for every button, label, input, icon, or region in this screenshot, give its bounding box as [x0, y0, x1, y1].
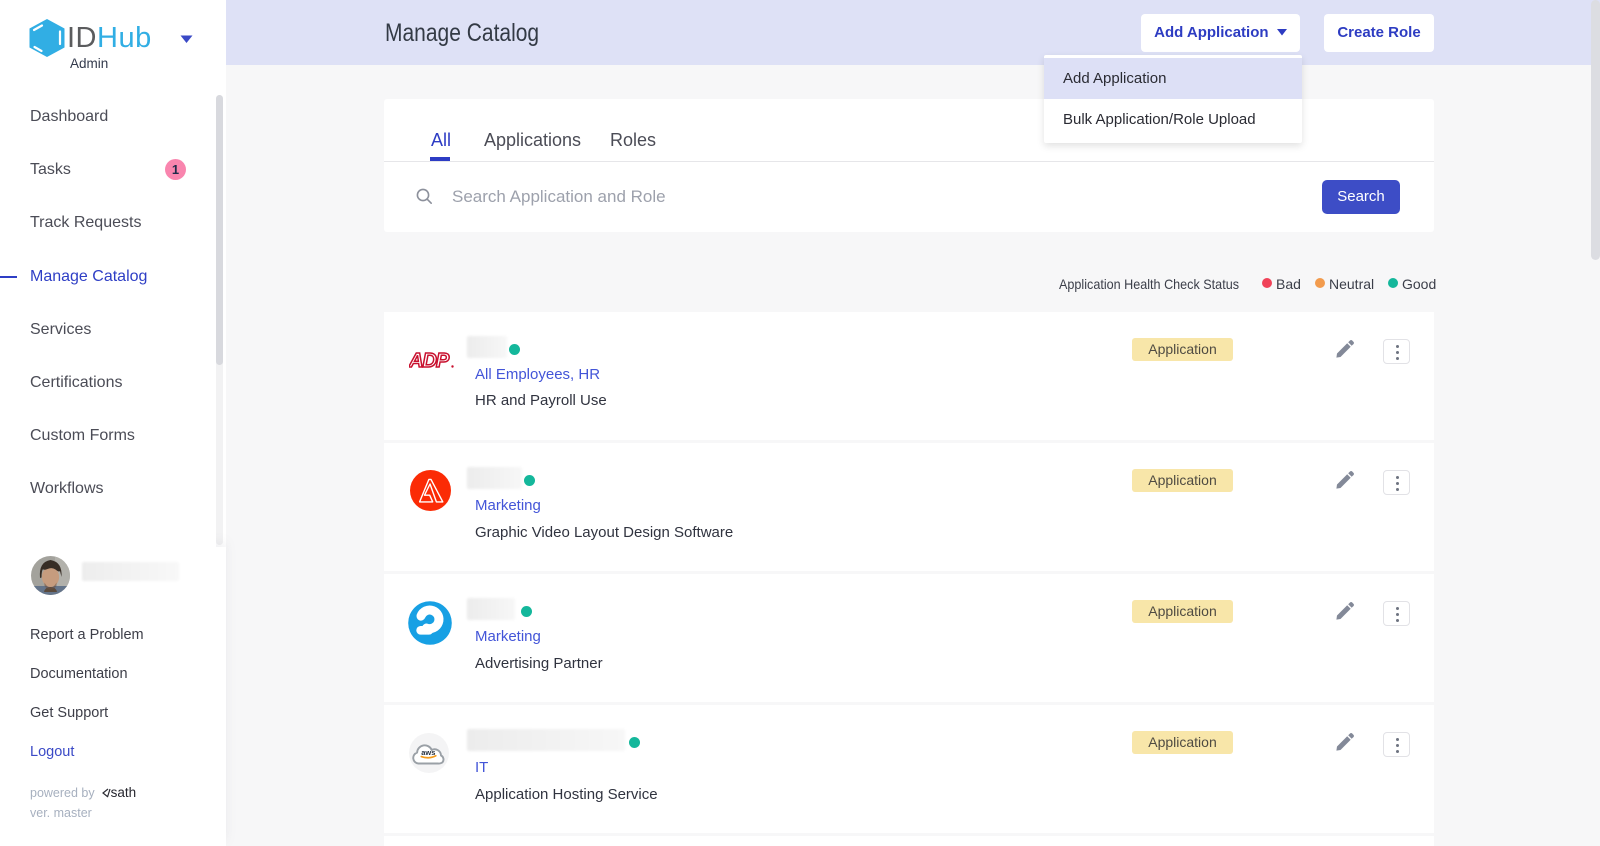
svg-text:ADP: ADP [409, 350, 450, 372]
svg-text:aws: aws [421, 748, 435, 757]
